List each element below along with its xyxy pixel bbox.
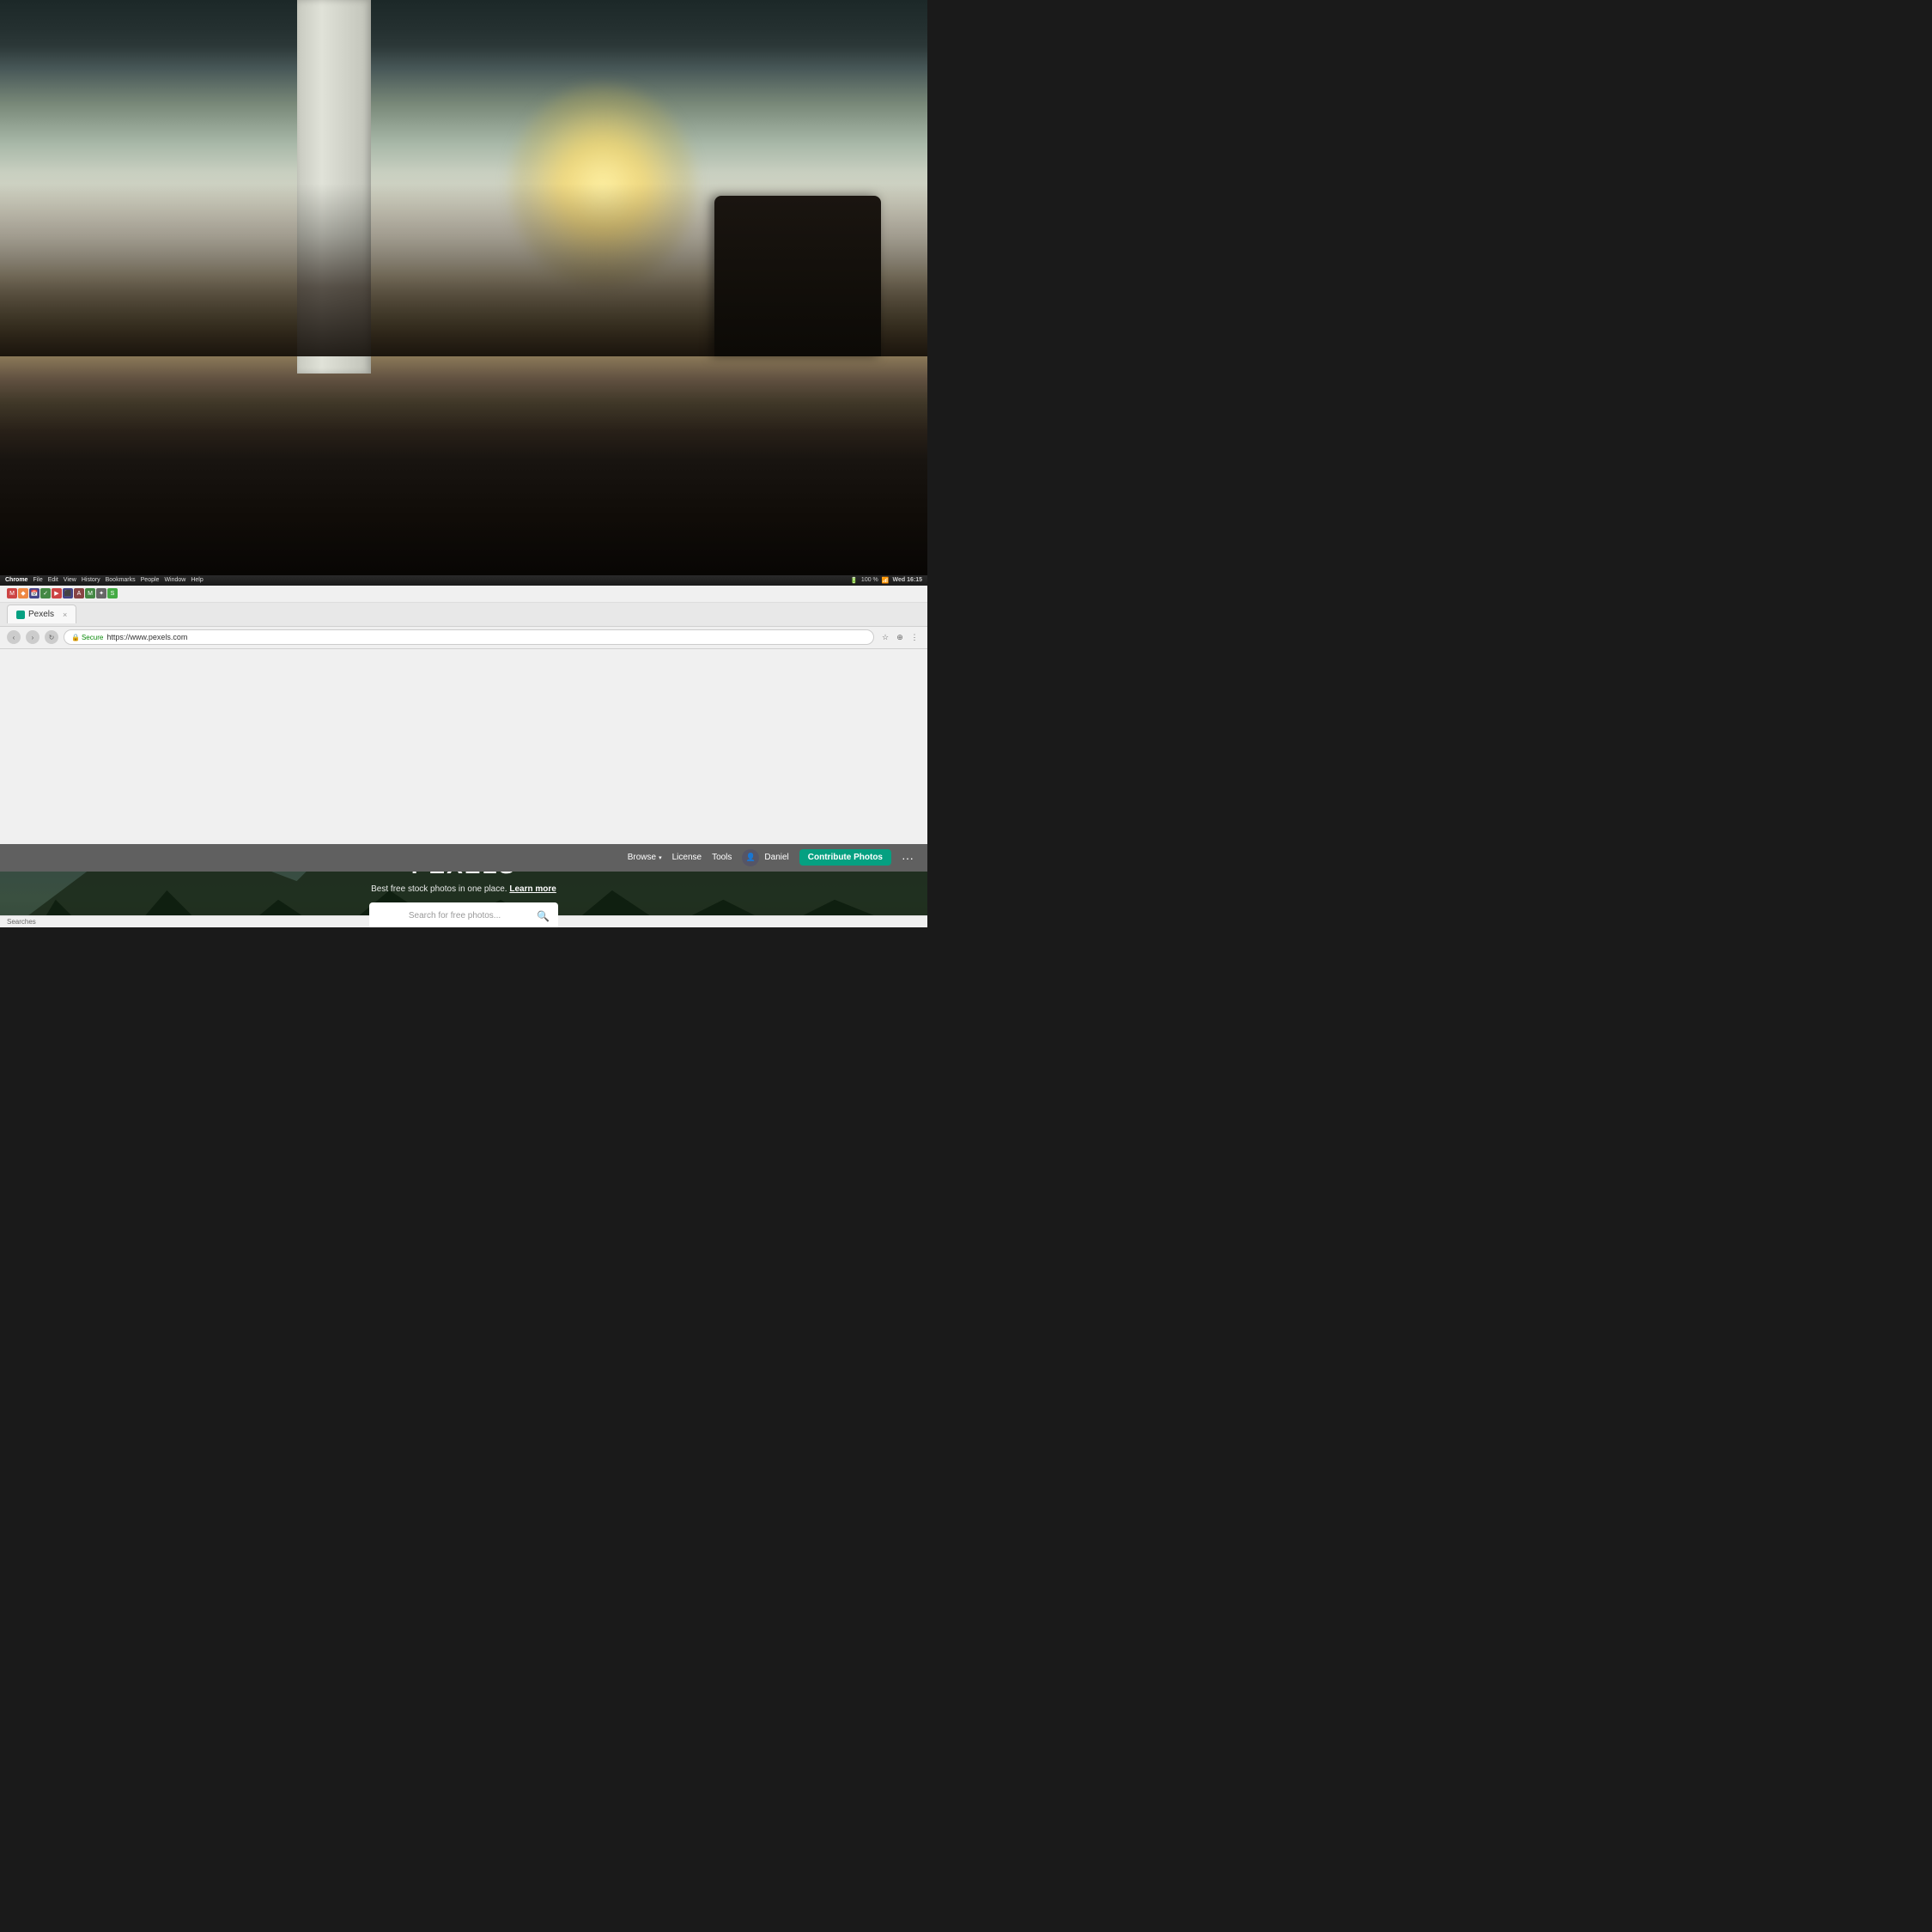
tab-favicon [16, 611, 25, 619]
url-text: https://www.pexels.com [106, 633, 187, 641]
mac-topbar-right: 🔋 100 % 📶 Wed 16:15 [850, 577, 922, 584]
browser-window: M ◆ 📅 ✓ ▶ ⬛ A M ✦ S Pexels × ‹ › ↻ 🔒 [0, 586, 927, 927]
ext-icon-5[interactable]: ▶ [52, 588, 62, 598]
mac-topbar: Chrome File Edit View History Bookmarks … [0, 575, 927, 586]
more-options-button[interactable]: ··· [902, 851, 914, 865]
search-placeholder: Search for free photos... [378, 911, 532, 920]
menu-file[interactable]: File [33, 577, 42, 583]
user-area: 👤 Daniel [742, 849, 788, 866]
ext-icon-9[interactable]: ✦ [96, 588, 106, 598]
address-bar[interactable]: 🔒 Secure https://www.pexels.com [64, 629, 874, 645]
search-icon: 🔍 [537, 910, 550, 922]
menu-help[interactable]: Help [191, 577, 203, 583]
browse-chevron: ▾ [659, 854, 662, 861]
back-button[interactable]: ‹ [7, 630, 21, 644]
secure-badge: 🔒 Secure [71, 634, 103, 641]
wifi-icon: 📶 [882, 577, 890, 584]
battery-percent: 100 % [861, 577, 878, 583]
refresh-button[interactable]: ↻ [45, 630, 58, 644]
bg-scene [0, 0, 927, 575]
menu-people[interactable]: People [141, 577, 160, 583]
chrome-toolbar: M ◆ 📅 ✓ ▶ ⬛ A M ✦ S [0, 586, 927, 603]
active-tab[interactable]: Pexels × [7, 605, 76, 623]
ext-icon-1[interactable]: M [7, 588, 17, 598]
ext-icon-10[interactable]: S [107, 588, 118, 598]
forward-button[interactable]: › [26, 630, 39, 644]
ext-icon-4[interactable]: ✓ [40, 588, 51, 598]
license-link[interactable]: License [672, 853, 702, 862]
menu-bookmarks[interactable]: Bookmarks [106, 577, 136, 583]
chrome-app-name: Chrome [5, 577, 27, 583]
address-bar-row: ‹ › ↻ 🔒 Secure https://www.pexels.com ☆ … [0, 627, 927, 649]
hero-content: PEXELS Best free stock photos in one pla… [350, 872, 578, 927]
tab-title: Pexels [28, 610, 54, 619]
tab-bar: Pexels × [0, 603, 927, 627]
tools-link[interactable]: Tools [712, 853, 732, 862]
ext-icon-3[interactable]: 📅 [29, 588, 39, 598]
extension-icons: M ◆ 📅 ✓ ▶ ⬛ A M ✦ S [7, 588, 118, 598]
mac-topbar-left: Chrome File Edit View History Bookmarks … [5, 577, 204, 583]
ext-icon-7[interactable]: A [74, 588, 84, 598]
browse-link[interactable]: Browse ▾ [628, 853, 662, 862]
browser-icons: ☆ ⊕ ⋮ [879, 631, 920, 643]
menu-edit[interactable]: Edit [48, 577, 58, 583]
pexels-header: Browse ▾ License Tools 👤 Daniel Contribu… [0, 844, 927, 872]
battery-icon: 🔋 [850, 577, 858, 584]
settings-icon[interactable]: ⋮ [908, 631, 920, 643]
pexels-tagline: Best free stock photos in one place. Lea… [371, 884, 556, 894]
menu-view[interactable]: View [64, 577, 76, 583]
ext-icon-8[interactable]: M [85, 588, 95, 598]
user-avatar[interactable]: 👤 [742, 849, 759, 866]
clock: Wed 16:15 [893, 577, 923, 583]
menu-window[interactable]: Window [164, 577, 185, 583]
menu-history[interactable]: History [82, 577, 100, 583]
bookmark-icon[interactable]: ☆ [879, 631, 891, 643]
status-text: Searches [7, 918, 36, 926]
pexels-nav: Browse ▾ License Tools 👤 Daniel Contribu… [628, 849, 914, 866]
ext-icon-6[interactable]: ⬛ [63, 588, 73, 598]
learn-more-link[interactable]: Learn more [509, 884, 556, 894]
contribute-photos-button[interactable]: Contribute Photos [799, 849, 891, 866]
tab-area: Pexels × [7, 605, 920, 623]
search-bar[interactable]: Search for free photos... 🔍 [369, 902, 558, 927]
extensions-icon[interactable]: ⊕ [894, 631, 906, 643]
pexels-logo: PEXELS [411, 872, 516, 879]
user-name: Daniel [764, 853, 788, 862]
ext-icon-2[interactable]: ◆ [18, 588, 28, 598]
chair [714, 196, 881, 356]
tab-close-btn[interactable]: × [63, 611, 67, 619]
